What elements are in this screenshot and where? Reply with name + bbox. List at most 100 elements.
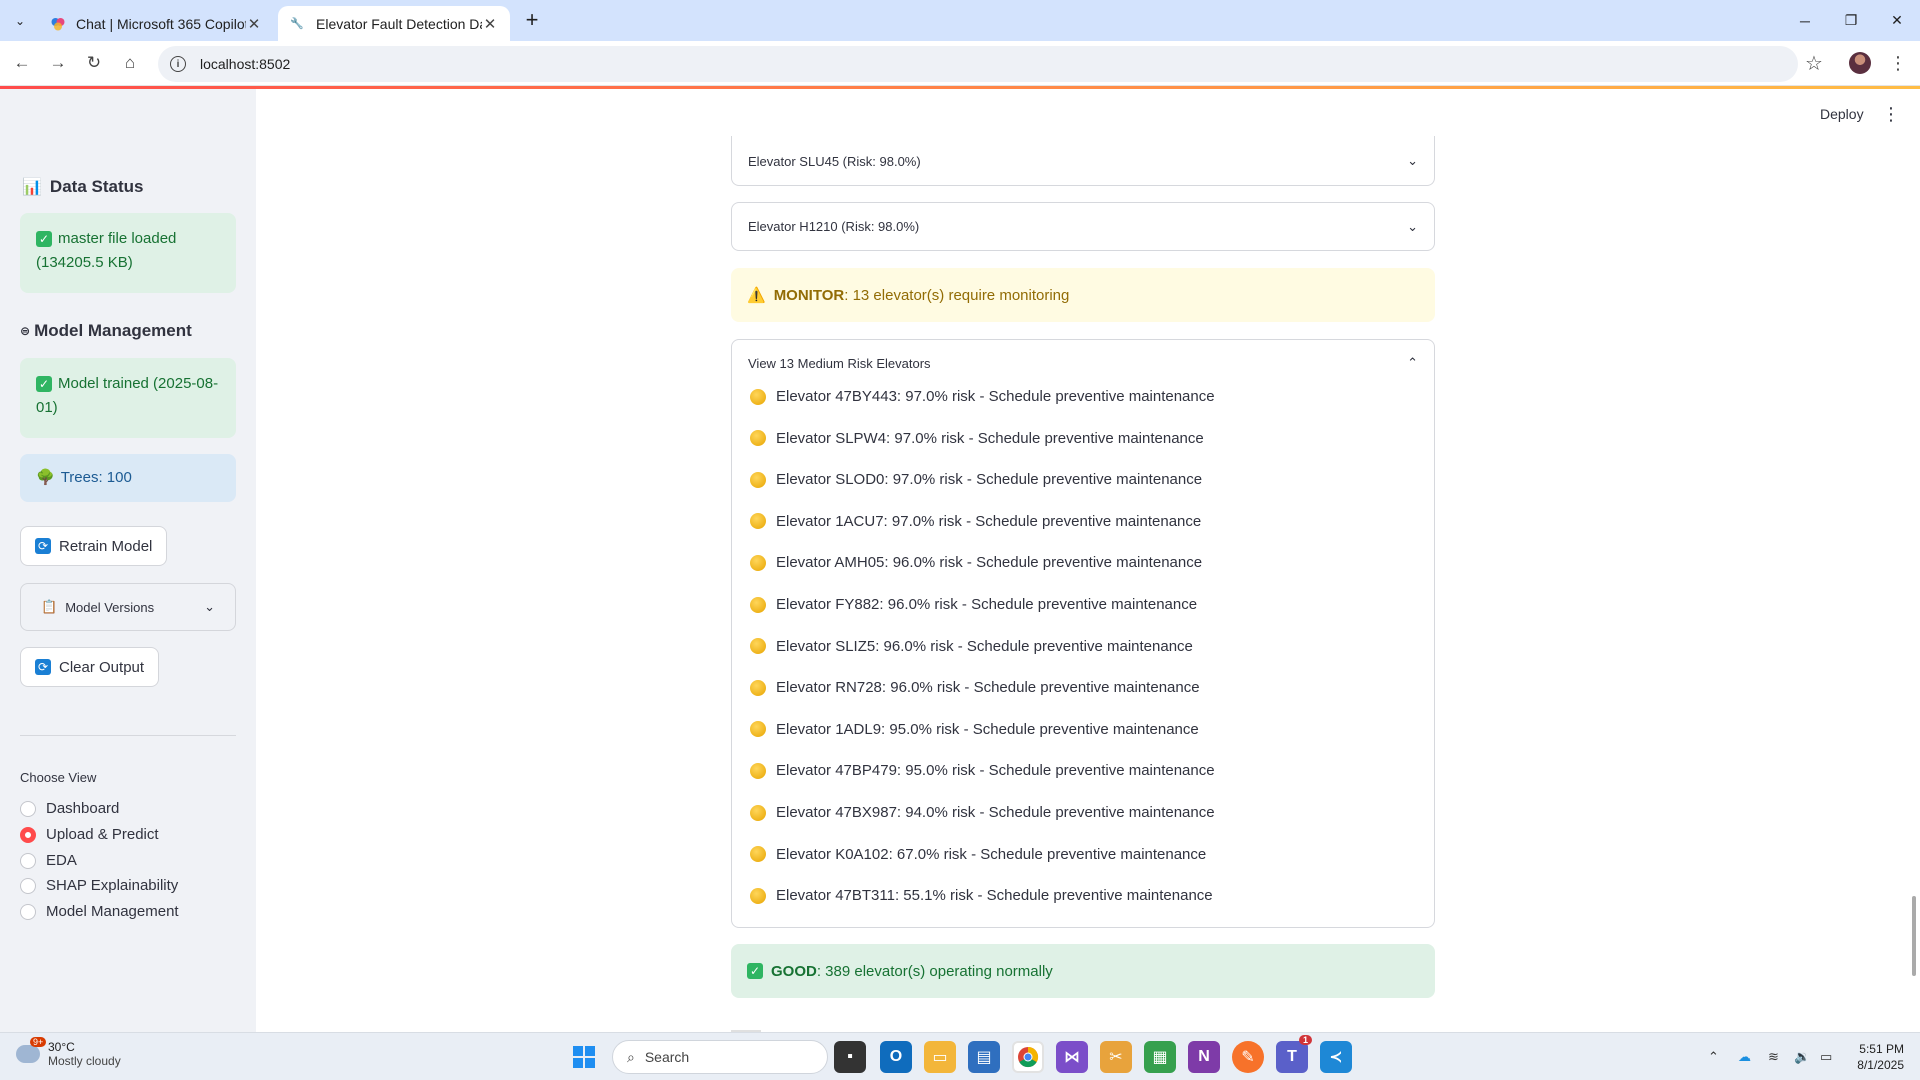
expander-label: Elevator SLU45 (Risk: 98.0%) — [748, 153, 921, 169]
list-item-label: Elevator SLOD0: 97.0% risk - Schedule pr… — [776, 471, 1203, 489]
list-item: Elevator 1ADL9: 95.0% risk - Schedule pr… — [750, 721, 1199, 738]
list-item: Elevator RN728: 96.0% risk - Schedule pr… — [750, 679, 1200, 696]
task-view-icon[interactable]: ▪ — [834, 1041, 866, 1073]
yellow-circle-icon — [750, 887, 766, 904]
radio-dot[interactable] — [20, 800, 36, 817]
deploy-button[interactable]: Deploy — [1820, 106, 1864, 122]
retrain-model-button[interactable]: ⟳ Retrain Model — [20, 526, 168, 566]
radio-dot-selected[interactable] — [20, 826, 36, 843]
system-clock[interactable]: 5:51 PM 8/1/2025 — [1848, 1041, 1904, 1073]
forward-arrow-icon[interactable]: → — [44, 49, 72, 77]
check-icon: ✓ — [36, 231, 52, 247]
taskbar-search[interactable]: ⌕ Search — [612, 1040, 828, 1074]
minimize-icon[interactable]: ─ — [1782, 0, 1828, 41]
back-arrow-icon[interactable]: ← — [8, 49, 36, 77]
tab-dashboard[interactable]: 🔧 Elevator Fault Detection Dashbo ✕ — [278, 6, 510, 41]
yellow-circle-icon — [750, 388, 766, 405]
yellow-circle-icon — [750, 471, 766, 488]
model-trained-success: ✓ Model trained (2025-08-01) — [20, 358, 236, 438]
clear-output-button[interactable]: ⟳ Clear Output — [20, 647, 160, 687]
list-item: Elevator 47BX987: 94.0% risk - Schedule … — [750, 804, 1215, 821]
battery-icon[interactable]: ▭ — [1820, 1049, 1832, 1065]
model-versions-expander[interactable]: 📋 Model Versions ⌄ — [20, 583, 236, 631]
list-item: Elevator SLIZ5: 96.0% risk - Schedule pr… — [750, 638, 1193, 655]
list-item: Elevator SLPW4: 97.0% risk - Schedule pr… — [750, 430, 1204, 447]
reload-icon[interactable]: ↻ — [80, 49, 108, 77]
tab-title: Elevator Fault Detection Dashbo — [316, 15, 482, 32]
view-radio-model-management[interactable]: Model Management — [20, 903, 179, 920]
radio-dot[interactable] — [20, 903, 36, 920]
chrome-icon[interactable] — [1012, 1041, 1044, 1073]
weather-desc: Mostly cloudy — [48, 1054, 121, 1068]
view-radio-dashboard[interactable]: Dashboard — [20, 800, 119, 817]
medium-risk-expander[interactable]: View 13 Medium Risk Elevators ⌃ — [731, 339, 1435, 928]
view-radio-shap[interactable]: SHAP Explainability — [20, 877, 178, 894]
list-item-label: Elevator 47BX987: 94.0% risk - Schedule … — [776, 804, 1215, 821]
tab-search-chevron-icon[interactable]: ⌄ — [8, 9, 32, 33]
new-tab-plus-icon[interactable]: + — [520, 7, 544, 32]
list-item: Elevator AMH05: 96.0% risk - Schedule pr… — [750, 554, 1202, 571]
visual-studio-icon[interactable]: ⋈ — [1056, 1041, 1088, 1073]
radio-dot[interactable] — [20, 852, 36, 869]
restore-icon[interactable]: ❐ — [1828, 0, 1874, 41]
list-item-label: Elevator RN728: 96.0% risk - Schedule pr… — [776, 679, 1200, 697]
list-item: Elevator K0A102: 67.0% risk - Schedule p… — [750, 846, 1206, 863]
home-icon[interactable]: ⌂ — [116, 49, 144, 77]
site-info-icon[interactable]: i — [170, 56, 186, 72]
view-radio-upload-predict[interactable]: Upload & Predict — [20, 826, 159, 843]
model-icon: ⊜ — [20, 324, 31, 338]
window-close-icon[interactable]: ✕ — [1874, 0, 1920, 41]
chevron-up-icon: ⌃ — [1407, 355, 1418, 370]
list-item-label: Elevator SLIZ5: 96.0% risk - Schedule pr… — [776, 637, 1193, 655]
file-explorer-icon[interactable]: ▭ — [924, 1041, 956, 1073]
yellow-circle-icon — [750, 721, 766, 738]
excel-chart-icon[interactable]: ▦ — [1144, 1041, 1176, 1073]
tab-close-icon[interactable]: ✕ — [482, 16, 498, 33]
tab-close-icon[interactable]: ✕ — [246, 16, 262, 33]
weather-widget[interactable]: 9+ 30°C Mostly cloudy — [16, 1037, 121, 1068]
sharepoint-icon[interactable]: ▤ — [968, 1041, 1000, 1073]
onedrive-cloud-icon[interactable]: ☁ — [1738, 1049, 1751, 1065]
list-item: Elevator 1ACU7: 97.0% risk - Schedule pr… — [750, 513, 1201, 530]
data-status-success: ✓ master file loaded (134205.5 KB) — [20, 213, 236, 293]
list-item-label: Elevator 47BT311: 55.1% risk - Schedule … — [776, 887, 1213, 905]
show-hidden-icons-chevron-icon[interactable]: ⌃ — [1708, 1049, 1719, 1065]
app-menu-icon[interactable]: ⋮ — [1882, 104, 1900, 125]
wifi-icon[interactable]: ≋ — [1768, 1049, 1779, 1065]
outlook-icon[interactable]: O — [880, 1041, 912, 1073]
profile-avatar[interactable] — [1849, 52, 1871, 74]
teams-icon[interactable]: T1 — [1276, 1035, 1312, 1073]
address-bar[interactable]: i localhost:8502 — [158, 46, 1798, 82]
list-item: Elevator 47BT311: 55.1% risk - Schedule … — [750, 887, 1213, 904]
elevator-favicon-icon: 🔧 — [290, 18, 304, 30]
view-radio-eda[interactable]: EDA — [20, 852, 77, 869]
tab-title: Chat | Microsoft 365 Copilot — [76, 15, 246, 32]
snipping-tool-icon[interactable]: ✂ — [1100, 1041, 1132, 1073]
list-item-label: Elevator K0A102: 67.0% risk - Schedule p… — [776, 845, 1207, 863]
volume-icon[interactable]: 🔉 — [1794, 1049, 1810, 1065]
main-scrollbar[interactable] — [1912, 896, 1916, 976]
check-icon: ✓ — [747, 963, 763, 979]
tab-copilot[interactable]: Chat | Microsoft 365 Copilot ✕ — [38, 6, 274, 41]
windows-start-icon[interactable] — [568, 1041, 600, 1073]
list-item: Elevator FY882: 96.0% risk - Schedule pr… — [750, 596, 1197, 613]
yellow-circle-icon — [750, 554, 766, 571]
cloud-icon: 9+ — [16, 1037, 47, 1063]
vscode-icon[interactable]: ≺ — [1320, 1041, 1352, 1073]
expander-elevator-h1210[interactable]: Elevator H1210 (Risk: 98.0%) ⌄ — [731, 202, 1435, 251]
chevron-down-icon: ⌄ — [204, 599, 215, 614]
postman-icon[interactable]: ✎ — [1232, 1041, 1264, 1073]
teams-badge: 1 — [1298, 1035, 1312, 1045]
expander-label: Elevator H1210 (Risk: 98.0%) — [748, 219, 920, 234]
search-icon: ⌕ — [627, 1048, 635, 1065]
url-text[interactable]: localhost:8502 — [200, 56, 290, 72]
expander-elevator-slu45[interactable]: Elevator SLU45 (Risk: 98.0%) ⌄ — [731, 136, 1435, 186]
chevron-down-icon: ⌄ — [1407, 153, 1418, 168]
browser-menu-icon[interactable]: ⋮ — [1884, 49, 1912, 77]
yellow-circle-icon — [750, 846, 766, 863]
bookmark-star-icon[interactable]: ☆ — [1800, 49, 1828, 77]
radio-dot[interactable] — [20, 877, 36, 894]
yellow-circle-icon — [750, 679, 766, 696]
onenote-icon[interactable]: N — [1188, 1041, 1220, 1073]
yellow-circle-icon — [750, 430, 766, 447]
